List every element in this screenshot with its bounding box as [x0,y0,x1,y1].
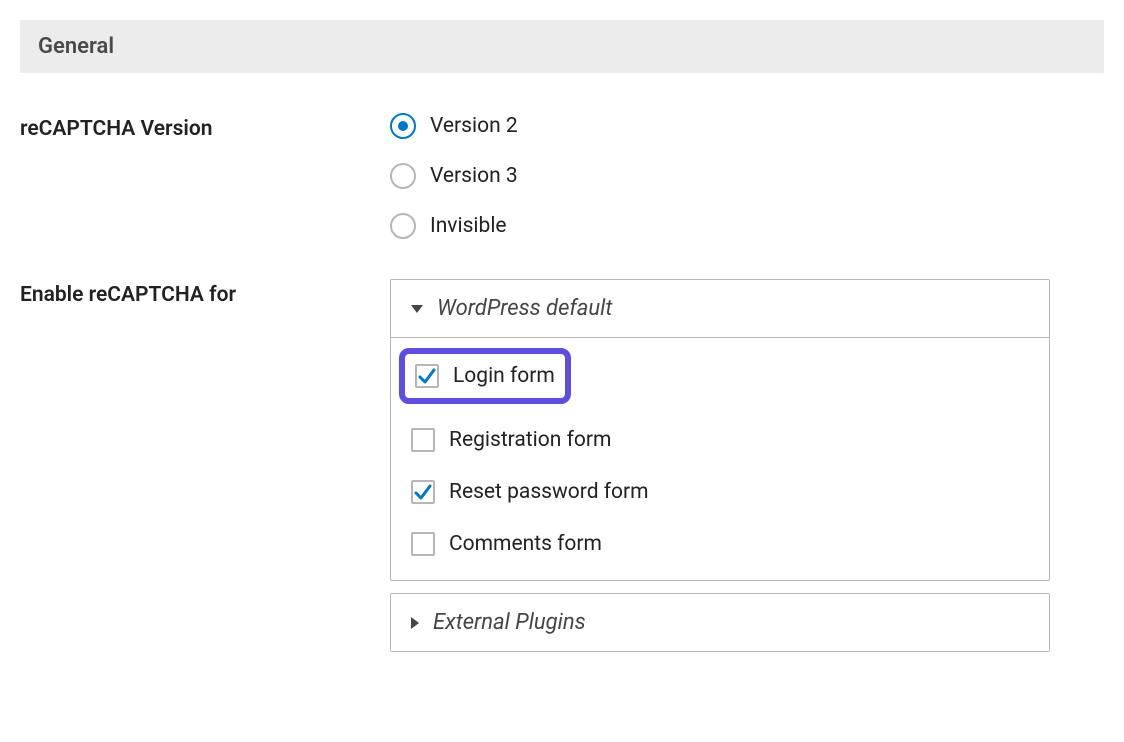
radio-icon [390,213,416,239]
radio-version-2[interactable]: Version 2 [390,113,1050,139]
radio-label: Version 3 [430,164,518,188]
panel-title: External Plugins [433,610,586,635]
checkbox-comments-form[interactable]: Comments form [409,528,1031,560]
section-header-general: General [20,20,1104,73]
chevron-right-icon [411,617,419,629]
label-recaptcha-version: reCAPTCHA Version [20,113,390,141]
panel-title: WordPress default [437,296,612,321]
checkbox-reset-password-form[interactable]: Reset password form [409,476,1031,508]
panel-external-plugins: External Plugins [390,593,1050,652]
panel-header-wordpress-default[interactable]: WordPress default [391,280,1049,338]
row-enable-recaptcha: Enable reCAPTCHA for WordPress default L… [20,279,1104,652]
checkbox-icon [411,532,435,556]
radio-label: Invisible [430,214,507,238]
row-recaptcha-version: reCAPTCHA Version Version 2 Version 3 In… [20,113,1104,239]
checkbox-label: Login form [453,364,555,388]
panel-header-external-plugins[interactable]: External Plugins [391,594,1049,651]
panel-group: WordPress default Login form Registratio… [390,279,1050,652]
checkbox-login-form[interactable]: Login form [399,348,571,404]
radio-group-version: Version 2 Version 3 Invisible [390,113,1050,239]
radio-icon [390,113,416,139]
checkbox-label: Comments form [449,532,602,556]
radio-icon [390,163,416,189]
radio-version-invisible[interactable]: Invisible [390,213,1050,239]
chevron-down-icon [411,305,423,313]
section-title: General [38,34,114,59]
checkbox-label: Registration form [449,428,611,452]
checkbox-icon [411,480,435,504]
checkbox-label: Reset password form [449,480,649,504]
label-enable-recaptcha: Enable reCAPTCHA for [20,279,390,307]
radio-version-3[interactable]: Version 3 [390,163,1050,189]
checkbox-icon [411,428,435,452]
panel-wordpress-default: WordPress default Login form Registratio… [390,279,1050,581]
radio-label: Version 2 [430,114,518,138]
checkbox-icon [415,364,439,388]
checkbox-registration-form[interactable]: Registration form [409,424,1031,456]
panel-body-wordpress-default: Login form Registration form Reset passw… [391,338,1049,580]
